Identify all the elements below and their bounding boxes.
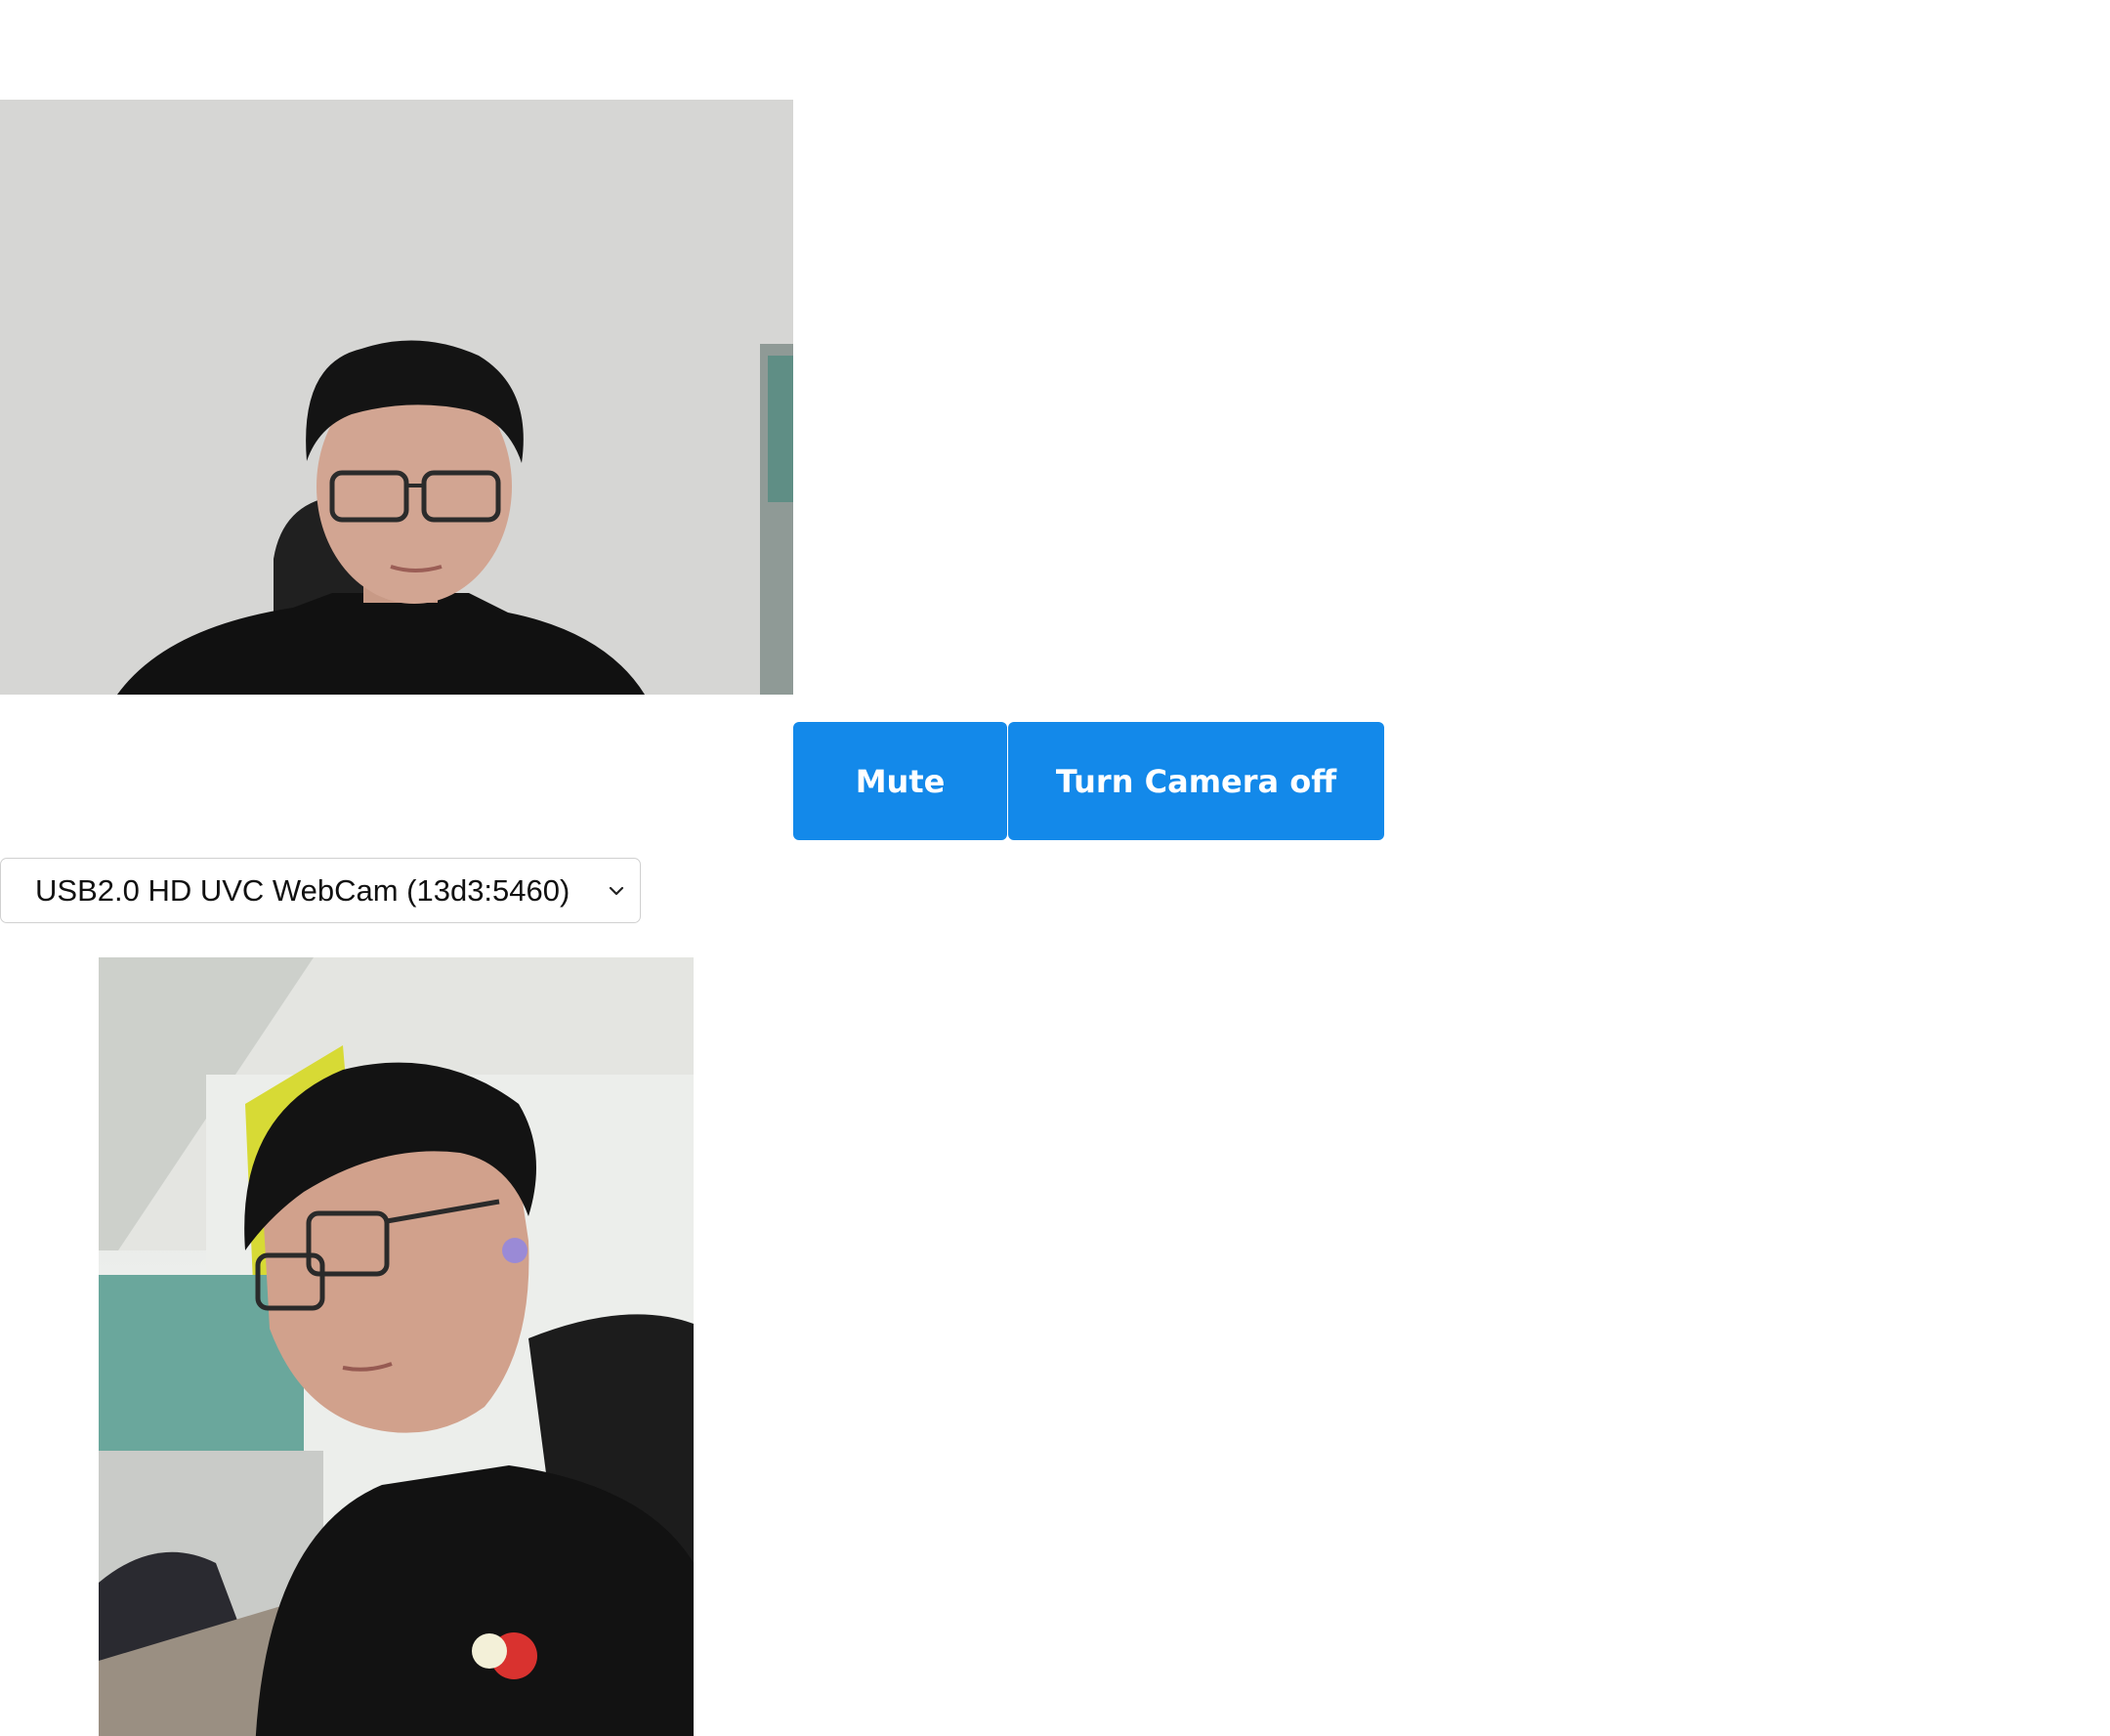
peer-video — [99, 957, 694, 1736]
local-video-frame — [0, 100, 793, 695]
mute-button[interactable]: Mute — [793, 722, 1007, 840]
local-video — [0, 100, 793, 695]
camera-select[interactable]: USB2.0 HD UVC WebCam (13d3:5460) — [0, 858, 641, 923]
camera-toggle-label: Turn Camera off — [1055, 762, 1337, 800]
video-call-page: Mute Turn Camera off USB2.0 HD UVC WebCa… — [0, 0, 2110, 1736]
peer-video-frame — [99, 957, 694, 1736]
mute-button-label: Mute — [855, 762, 946, 800]
camera-toggle-button[interactable]: Turn Camera off — [1008, 722, 1384, 840]
camera-select-value: USB2.0 HD UVC WebCam (13d3:5460) — [35, 872, 570, 908]
chevron-down-icon — [609, 886, 624, 896]
